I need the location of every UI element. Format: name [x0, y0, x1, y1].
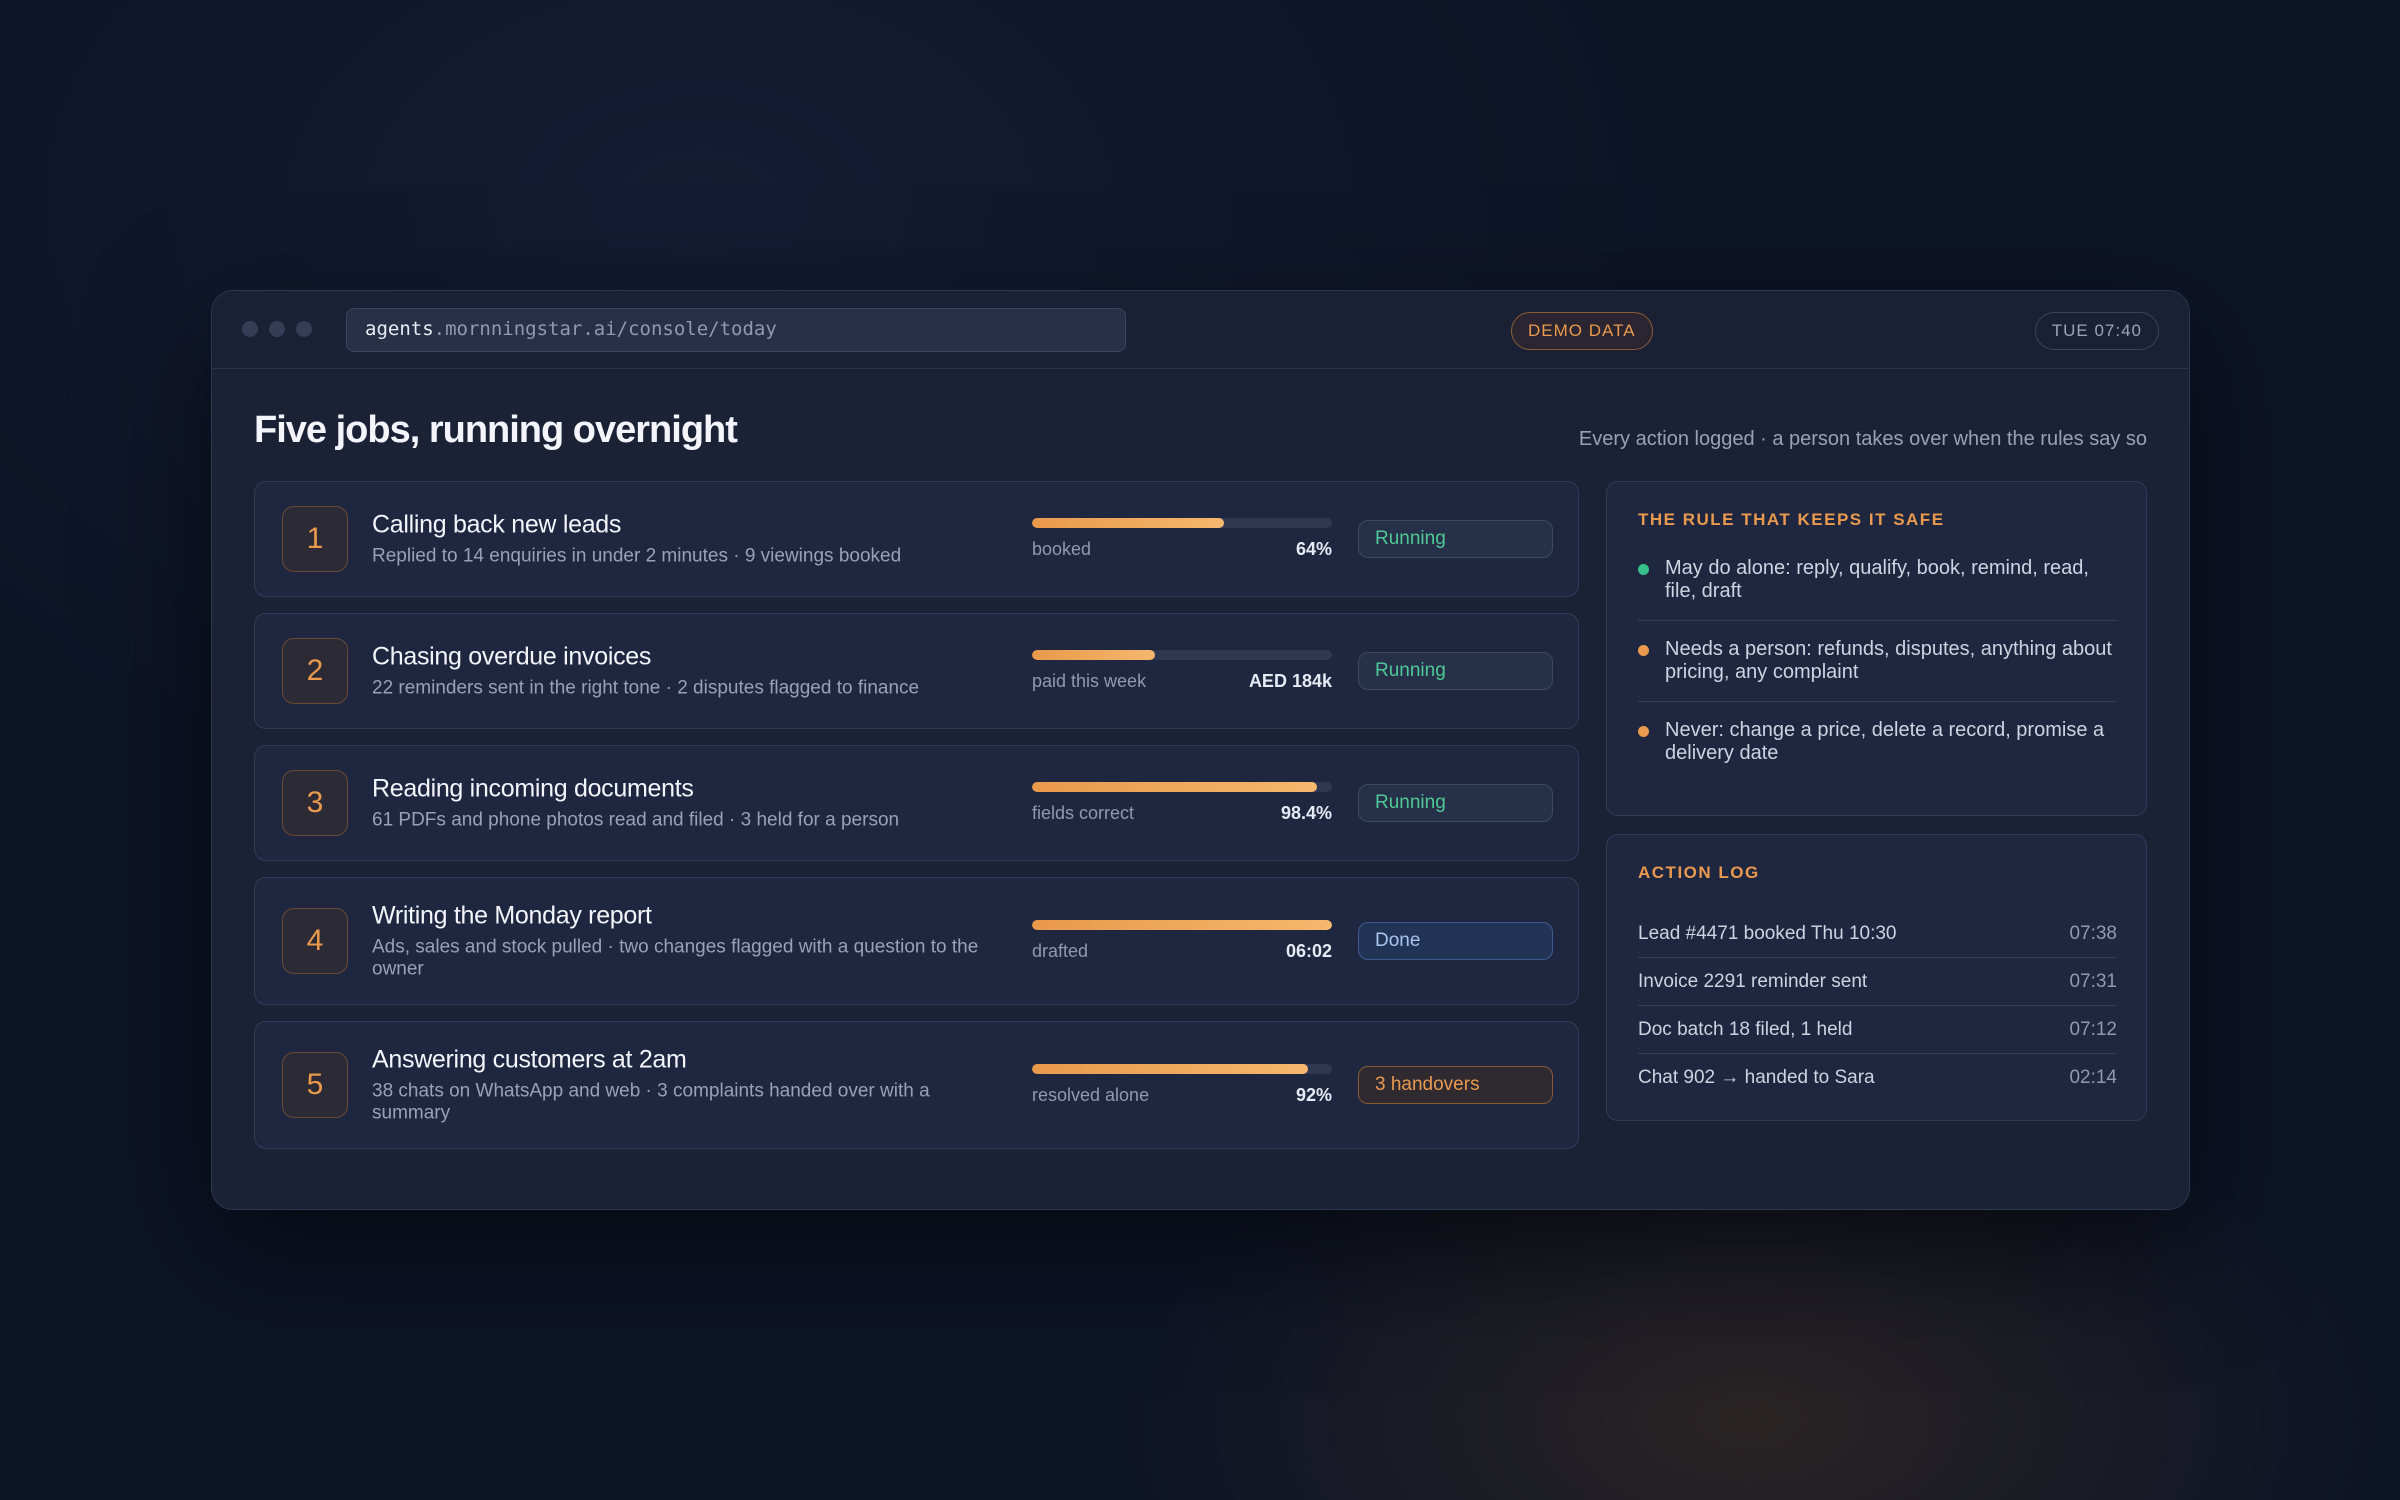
maximize-dot-icon[interactable]: [296, 321, 312, 337]
log-entry[interactable]: Invoice 2291 reminder sent 07:31: [1638, 958, 2117, 1006]
metric-label: paid this week: [1032, 671, 1147, 691]
log-entry[interactable]: Lead #4471 booked Thu 10:30 07:38: [1638, 910, 2117, 958]
url-host: agents: [365, 318, 434, 340]
address-bar[interactable]: agents.mornningstar.ai/console/today: [346, 308, 1126, 352]
job-title: Calling back new leads: [372, 510, 622, 539]
log-text: Doc batch 18 filed, 1 held: [1638, 1019, 1853, 1040]
job-description: Ads, sales and stock pulled · two change…: [372, 936, 979, 980]
status-badge[interactable]: Done: [1358, 922, 1553, 960]
progress-track: [1032, 650, 1332, 660]
log-time: 02:14: [2069, 1067, 2117, 1088]
minimize-dot-icon[interactable]: [269, 321, 285, 337]
clock-badge: TUE 07:40: [2034, 312, 2159, 350]
progress-fill: [1032, 920, 1332, 930]
job-number: 3: [282, 770, 348, 836]
metric-label: drafted: [1032, 941, 1089, 961]
log-text: Invoice 2291 reminder sent: [1638, 971, 1868, 992]
job-card[interactable]: 5 Answering customers at 2am 38 chats on…: [254, 1021, 1579, 1149]
job-card[interactable]: 3 Reading incoming documents 61 PDFs and…: [254, 745, 1579, 861]
job-number: 1: [282, 506, 348, 572]
metric-value: 98.4%: [1280, 803, 1332, 823]
orange-dot-icon: [1638, 645, 1649, 656]
job-card[interactable]: 1 Calling back new leads Replied to 14 e…: [254, 481, 1579, 597]
progress-track: [1032, 920, 1332, 930]
job-description: 38 chats on WhatsApp and web · 3 complai…: [372, 1080, 930, 1124]
progress-track: [1032, 782, 1332, 792]
rules-heading: THE RULE THAT KEEPS IT SAFE: [1638, 510, 1945, 529]
job-number: 4: [282, 908, 348, 974]
metric-value: 92%: [1295, 1085, 1332, 1105]
action-log-heading: ACTION LOG: [1638, 863, 1760, 882]
green-dot-icon: [1638, 564, 1649, 575]
log-text: Lead #4471 booked Thu 10:30: [1638, 923, 1897, 944]
status-badge[interactable]: 3 handovers: [1358, 1066, 1553, 1104]
job-number: 2: [282, 638, 348, 704]
page-subtitle: Every action logged · a person takes ove…: [1578, 428, 2147, 450]
close-dot-icon[interactable]: [242, 321, 258, 337]
rule-text: Never: change a price, delete a record, …: [1665, 719, 2105, 764]
log-time: 07:38: [2069, 923, 2117, 944]
job-title: Answering customers at 2am: [372, 1045, 687, 1074]
progress-fill: [1032, 650, 1155, 660]
job-metric: booked 64%: [1032, 518, 1332, 560]
metric-label: resolved alone: [1032, 1085, 1150, 1105]
metric-label: booked: [1032, 539, 1092, 559]
browser-window: agents.mornningstar.ai/console/today DEM…: [211, 290, 2190, 1210]
rule-item: Never: change a price, delete a record, …: [1638, 719, 2117, 765]
rule-list: May do alone: reply, qualify, book, remi…: [1638, 557, 2117, 765]
action-log-list: Lead #4471 booked Thu 10:30 07:38 Invoic…: [1638, 910, 2117, 1102]
job-number: 5: [282, 1052, 348, 1118]
log-text: Chat 902 → handed to Sara: [1638, 1067, 1875, 1088]
action-log-panel: ACTION LOG Lead #4471 booked Thu 10:30 0…: [1606, 834, 2147, 1121]
job-title: Chasing overdue invoices: [372, 642, 652, 671]
log-time: 07:31: [2069, 971, 2117, 992]
progress-track: [1032, 1064, 1332, 1074]
log-entry[interactable]: Chat 902 → handed to Sara 02:14: [1638, 1054, 2117, 1102]
rule-item: Needs a person: refunds, disputes, anyth…: [1638, 638, 2117, 702]
job-description: 22 reminders sent in the right tone · 2 …: [372, 677, 920, 699]
progress-fill: [1032, 1064, 1308, 1074]
rule-text: May do alone: reply, qualify, book, remi…: [1665, 557, 2089, 602]
job-title: Writing the Monday report: [372, 901, 652, 930]
metric-value: 64%: [1295, 539, 1332, 559]
metric-label: fields correct: [1032, 803, 1135, 823]
window-controls: [242, 321, 312, 337]
page-title: Five jobs, running overnight: [254, 409, 738, 451]
job-metric: paid this week AED 184k: [1032, 650, 1332, 692]
job-card[interactable]: 4 Writing the Monday report Ads, sales a…: [254, 877, 1579, 1005]
title-bar: agents.mornningstar.ai/console/today DEM…: [212, 291, 2189, 369]
job-metric: resolved alone 92%: [1032, 1064, 1332, 1106]
job-description: Replied to 14 enquiries in under 2 minut…: [372, 545, 902, 567]
job-metric: fields correct 98.4%: [1032, 782, 1332, 824]
status-badge[interactable]: Running: [1358, 784, 1553, 822]
job-metric: drafted 06:02: [1032, 920, 1332, 962]
log-entry[interactable]: Doc batch 18 filed, 1 held 07:12: [1638, 1006, 2117, 1054]
job-card[interactable]: 2 Chasing overdue invoices 22 reminders …: [254, 613, 1579, 729]
status-badge[interactable]: Running: [1358, 520, 1553, 558]
rule-text: Needs a person: refunds, disputes, anyth…: [1665, 638, 2112, 683]
log-time: 07:12: [2069, 1019, 2117, 1040]
job-description: 61 PDFs and phone photos read and filed …: [372, 809, 900, 831]
demo-data-badge: DEMO DATA: [1511, 312, 1653, 350]
progress-track: [1032, 518, 1332, 528]
status-badge[interactable]: Running: [1358, 652, 1553, 690]
job-list: 1 Calling back new leads Replied to 14 e…: [254, 481, 1579, 1165]
metric-value: 06:02: [1285, 941, 1332, 961]
progress-fill: [1032, 518, 1224, 528]
orange-dot-icon: [1638, 726, 1649, 737]
metric-value: AED 184k: [1248, 671, 1332, 691]
url-path: .mornningstar.ai/console/today: [433, 318, 777, 340]
rules-panel: THE RULE THAT KEEPS IT SAFE May do alone…: [1606, 481, 2147, 816]
rule-item: May do alone: reply, qualify, book, remi…: [1638, 557, 2117, 621]
job-title: Reading incoming documents: [372, 774, 694, 803]
progress-fill: [1032, 782, 1317, 792]
